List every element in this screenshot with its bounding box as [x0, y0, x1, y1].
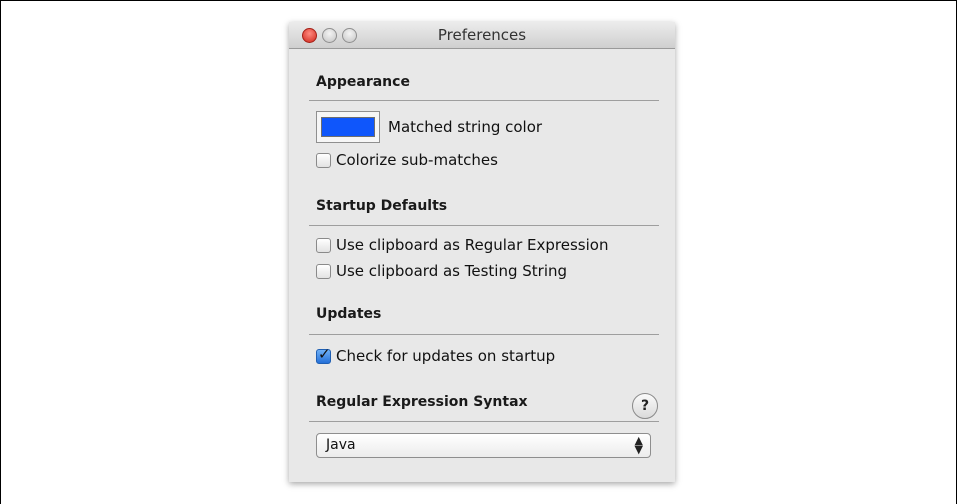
colorize-checkbox[interactable] [316, 152, 331, 168]
appearance-heading: Appearance [316, 74, 410, 90]
help-icon[interactable]: ? [632, 393, 658, 419]
matched-color-label: Matched string color [388, 118, 543, 136]
updown-arrows-icon: ▲ ▼ [634, 434, 643, 456]
check-updates-label: Check for updates on startup [336, 347, 556, 365]
testing-clipboard-label: Use clipboard as Testing String [336, 262, 568, 280]
syntax-select[interactable]: Java ▲ ▼ [316, 433, 651, 458]
testing-clipboard-row[interactable]: Use clipboard as Testing String [316, 262, 567, 280]
color-well[interactable] [316, 111, 380, 143]
syntax-divider [309, 421, 659, 422]
startup-divider [309, 225, 659, 226]
syntax-select-value: Java [326, 437, 356, 453]
updates-heading: Updates [316, 306, 382, 322]
matched-color-swatch [321, 117, 375, 137]
updates-divider [309, 334, 659, 335]
title-bar[interactable]: Preferences [289, 22, 675, 49]
startup-heading: Startup Defaults [316, 198, 448, 214]
testing-clipboard-checkbox[interactable] [316, 263, 331, 279]
colorize-label: Colorize sub-matches [336, 151, 498, 169]
window-title: Preferences [437, 26, 527, 44]
syntax-heading: Regular Expression Syntax [316, 394, 528, 410]
regex-clipboard-label: Use clipboard as Regular Expression [336, 236, 609, 254]
matched-color-row: Matched string color [316, 111, 542, 143]
check-updates-row[interactable]: ✓ Check for updates on startup [316, 345, 556, 365]
checkmark-icon: ✓ [318, 344, 331, 363]
check-updates-checkbox[interactable]: ✓ [316, 345, 331, 364]
colorize-row[interactable]: Colorize sub-matches [316, 151, 498, 169]
regex-clipboard-checkbox[interactable] [316, 237, 331, 253]
regex-clipboard-row[interactable]: Use clipboard as Regular Expression [316, 236, 608, 254]
appearance-divider [309, 100, 659, 101]
preferences-window: Preferences Appearance Matched string co… [289, 22, 675, 482]
